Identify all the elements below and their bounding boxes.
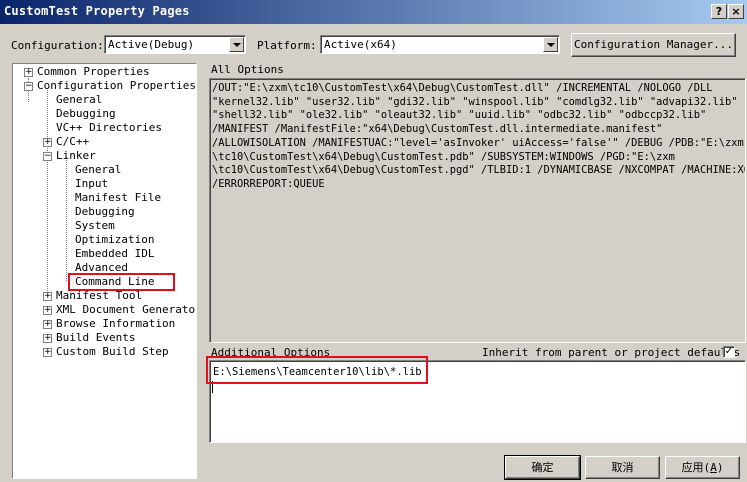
tree-item-linker-manifest-file[interactable]: Manifest File (75, 191, 161, 205)
tree-item-browse-information[interactable]: Browse Information (56, 317, 175, 331)
tree-item-common-properties[interactable]: Common Properties (37, 65, 150, 79)
highlight-box-additional-options (206, 356, 428, 384)
expand-icon[interactable]: + (24, 68, 33, 77)
platform-value: Active(x64) (324, 38, 397, 51)
chevron-down-icon[interactable] (229, 37, 244, 52)
all-options-line: /OUT:"E:\zxm\tc10\CustomTest\x64\Debug\C… (212, 82, 713, 94)
cancel-button[interactable]: 取消 (585, 456, 660, 479)
tree-item-general[interactable]: General (56, 93, 102, 107)
platform-select[interactable]: Active(x64) (320, 35, 560, 54)
expand-icon[interactable]: + (43, 292, 52, 301)
tree-item-vc-directories[interactable]: VC++ Directories (56, 121, 162, 135)
expand-icon[interactable]: + (43, 320, 52, 329)
tree-item-c-cpp[interactable]: C/C++ (56, 135, 89, 149)
all-options-line: "kernel32.lib" "user32.lib" "gdi32.lib" … (212, 95, 738, 108)
apply-button[interactable]: 应用(A) (665, 456, 740, 479)
all-options-line: \tc10\CustomTest\x64\Debug\CustomTest.pd… (212, 150, 675, 163)
platform-label: Platform: (257, 39, 317, 52)
configuration-manager-button[interactable]: Configuration Manager... (571, 33, 736, 57)
all-options-line: /ALLOWISOLATION /MANIFESTUAC:"level='asI… (212, 136, 744, 149)
tree-item-linker-input[interactable]: Input (75, 177, 108, 191)
tree-item-manifest-tool[interactable]: Manifest Tool (56, 289, 142, 303)
collapse-icon[interactable]: − (43, 152, 52, 161)
tree-item-linker-embedded-idl[interactable]: Embedded IDL (75, 247, 154, 261)
all-options-text: /OUT:"E:\zxm\tc10\CustomTest\x64\Debug\C… (209, 78, 746, 343)
all-options-line: /ERRORREPORT:QUEUE (212, 177, 325, 190)
expand-icon[interactable]: + (43, 334, 52, 343)
window-title: CustomTest Property Pages (4, 4, 190, 18)
tree-item-build-events[interactable]: Build Events (56, 331, 135, 345)
tree-item-linker-optimization[interactable]: Optimization (75, 233, 154, 247)
all-options-line: \tc10\CustomTest\x64\Debug\CustomTest.pg… (212, 164, 746, 177)
help-button[interactable]: ? (711, 4, 727, 19)
tree-item-configuration-properties[interactable]: Configuration Properties (37, 79, 196, 93)
inherit-label: Inherit from parent or project defaults (482, 346, 741, 359)
property-tree[interactable]: + Common Properties − Configuration Prop… (12, 63, 197, 479)
highlight-box-command-line (68, 273, 175, 291)
tree-item-xml-document-generator[interactable]: XML Document Generator (56, 303, 196, 317)
expand-icon[interactable]: + (43, 348, 52, 357)
tree-item-linker-general[interactable]: General (75, 163, 121, 177)
ok-button[interactable]: 确定 (504, 455, 581, 480)
collapse-icon[interactable]: − (24, 82, 33, 91)
close-button[interactable]: × (728, 4, 744, 19)
tree-item-linker[interactable]: Linker (56, 149, 96, 163)
tree-item-custom-build-step[interactable]: Custom Build Step (56, 345, 169, 359)
configuration-select[interactable]: Active(Debug) (104, 35, 246, 54)
tree-item-debugging[interactable]: Debugging (56, 107, 116, 121)
configuration-value: Active(Debug) (108, 38, 195, 51)
tree-item-linker-debugging[interactable]: Debugging (75, 205, 135, 219)
apply-label-suffix: ) (716, 461, 724, 474)
expand-icon[interactable]: + (43, 306, 52, 315)
configuration-label: Configuration: (11, 39, 104, 52)
chevron-down-icon[interactable] (543, 37, 558, 52)
expand-icon[interactable]: + (43, 138, 52, 147)
apply-label-prefix: 应用( (681, 461, 711, 474)
title-bar: CustomTest Property Pages ? × (0, 0, 747, 24)
all-options-label: All Options (211, 63, 284, 76)
apply-accelerator: A (710, 461, 717, 474)
tree-item-linker-system[interactable]: System (75, 219, 115, 233)
all-options-line: /MANIFEST /ManifestFile:"x64\Debug\Custo… (212, 123, 663, 136)
all-options-line: "shell32.lib" "ole32.lib" "oleaut32.lib"… (212, 109, 707, 122)
inherit-checkbox[interactable]: ✓ (723, 346, 735, 358)
check-icon: ✓ (724, 346, 734, 357)
